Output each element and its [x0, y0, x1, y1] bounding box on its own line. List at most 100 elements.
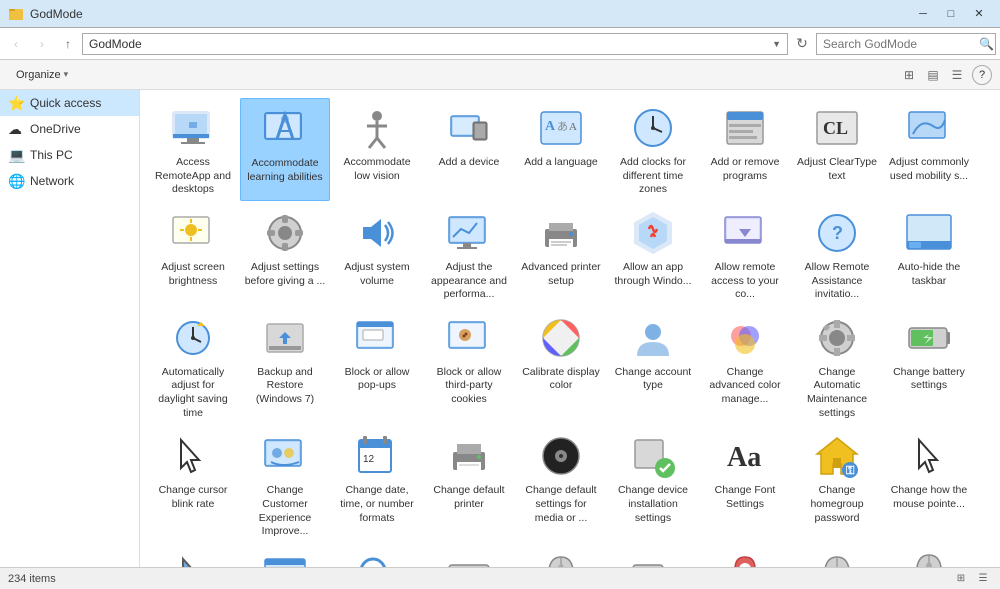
grid-item[interactable]: Adjust commonly used mobility s... — [884, 98, 974, 201]
grid-item[interactable]: Block or allow third-party cookies — [424, 308, 514, 425]
grid-item[interactable]: Aa Change Font Settings — [700, 426, 790, 543]
item-icon-assistance: ? — [813, 209, 861, 257]
grid-item[interactable]: 12 Change date, time, or number formats — [332, 426, 422, 543]
grid-item[interactable]: Adjust settings before giving a ... — [240, 203, 330, 306]
grid-item[interactable]: Accommodate low vision — [332, 98, 422, 201]
grid-item[interactable]: Change cursor blink rate — [148, 426, 238, 543]
grid-item[interactable]: CL Adjust ClearType text — [792, 98, 882, 201]
sidebar-item-onedrive[interactable]: ☁ OneDrive — [0, 116, 139, 142]
grid-item[interactable]: Block or allow pop-ups — [332, 308, 422, 425]
back-button[interactable]: ‹ — [4, 32, 28, 56]
grid-item[interactable]: Allow remote access to your co... — [700, 203, 790, 306]
item-icon-account — [629, 314, 677, 362]
item-label: Change battery settings — [888, 366, 970, 393]
minimize-button[interactable]: ─ — [910, 4, 936, 24]
item-label: Accommodate low vision — [336, 156, 418, 183]
item-icon-keyboard — [445, 551, 493, 567]
item-icon-mousepointer — [905, 432, 953, 480]
grid-item[interactable]: Change location — [700, 545, 790, 567]
grid-item[interactable]: Change default settings for media or ... — [516, 426, 606, 543]
grid-item[interactable]: Change how your keyboard works — [424, 545, 514, 567]
grid-item[interactable]: Calibrate display color — [516, 308, 606, 425]
search-button[interactable]: 🔍 — [979, 37, 994, 51]
grid-item[interactable]: あ Change input methods — [608, 545, 698, 567]
grid-item[interactable]: Access RemoteApp and desktops — [148, 98, 238, 201]
grid-item[interactable]: Auto-hide the taskbar — [884, 203, 974, 306]
grid-item[interactable]: Change battery settings — [884, 308, 974, 425]
item-label: Automatically adjust for daylight saving… — [152, 366, 234, 421]
item-icon-input: あ — [629, 551, 677, 567]
large-icons-view-btn[interactable]: ⊞ — [952, 570, 970, 588]
sidebar-item-quick-access[interactable]: ⭐ Quick access — [0, 90, 139, 116]
organize-button[interactable]: Organize ▾ — [8, 63, 76, 87]
sidebar-item-network[interactable]: 🌐 Network — [0, 168, 139, 194]
quick-access-icon: ⭐ — [8, 95, 24, 112]
view-options-button[interactable]: ⊞ — [898, 64, 920, 86]
grid-item[interactable]: Backup and Restore (Windows 7) — [240, 308, 330, 425]
grid-item[interactable]: Change advanced color manage... — [700, 308, 790, 425]
item-icon-settings — [261, 209, 309, 257]
item-icon-mouseclick — [813, 551, 861, 567]
item-icon-maintenance — [813, 314, 861, 362]
item-icon-brightness — [169, 209, 217, 257]
sidebar-item-this-pc[interactable]: 💻 This PC — [0, 142, 139, 168]
details-view-btn[interactable]: ☰ — [974, 570, 992, 588]
grid-item[interactable]: ? Allow Remote Assistance invitatio... — [792, 203, 882, 306]
svg-text:A: A — [545, 119, 556, 134]
grid-item[interactable]: Add clocks for different time zones — [608, 98, 698, 201]
preview-pane-button[interactable]: ▤ — [922, 64, 944, 86]
item-icon-webpage — [261, 551, 309, 567]
grid-item[interactable]: ⚿ Change homegroup password — [792, 426, 882, 543]
close-button[interactable]: ✕ — [966, 4, 992, 24]
grid-item[interactable]: Adjust the appearance and performa... — [424, 203, 514, 306]
item-icon-font: Aa — [721, 432, 769, 480]
grid-item[interactable]: Change mouse click settings — [792, 545, 882, 567]
item-icon-performance — [445, 209, 493, 257]
grid-item[interactable]: Accommodate learning abilities — [240, 98, 330, 201]
grid-item[interactable]: Change mouse settings — [884, 545, 974, 567]
grid-item[interactable]: Change default printer — [424, 426, 514, 543]
address-bar: ‹ › ↑ GodMode ▼ ↻ 🔍 — [0, 28, 1000, 60]
search-input[interactable] — [816, 33, 996, 55]
item-icon-homegroup: ⚿ — [813, 432, 861, 480]
forward-button[interactable]: › — [30, 32, 54, 56]
content-area[interactable]: Access RemoteApp and desktops Accommodat… — [140, 90, 1000, 567]
grid-item[interactable]: Advanced printer setup — [516, 203, 606, 306]
grid-item[interactable]: Change Automatic Maintenance settings — [792, 308, 882, 425]
grid-item[interactable]: Change how Windows searches — [332, 545, 422, 567]
sidebar-label-onedrive: OneDrive — [30, 122, 81, 136]
grid-item[interactable]: Change how your mouse works — [516, 545, 606, 567]
item-icon-daylightsaving — [169, 314, 217, 362]
help-button[interactable]: ? — [972, 65, 992, 85]
item-label: Adjust ClearType text — [796, 156, 878, 183]
grid-item[interactable]: Change how web pages are displayed — [240, 545, 330, 567]
item-icon-mouse — [537, 551, 585, 567]
item-icon-printer2 — [445, 432, 493, 480]
grid-item[interactable]: Change device installation settings — [608, 426, 698, 543]
item-icon-firewall — [629, 209, 677, 257]
item-icon-cursor — [169, 432, 217, 480]
grid-item[interactable]: A あ A Add a language — [516, 98, 606, 201]
grid-item[interactable]: Change account type — [608, 308, 698, 425]
refresh-button[interactable]: ↻ — [790, 33, 814, 55]
item-icon-cleartype: CL — [813, 104, 861, 152]
item-icon-accessibility2 — [353, 104, 401, 152]
grid-item[interactable]: Add a device — [424, 98, 514, 201]
address-field[interactable]: GodMode ▼ — [82, 33, 788, 55]
grid-item[interactable]: Adjust screen brightness — [148, 203, 238, 306]
title-bar-title: GodMode — [30, 7, 910, 21]
grid-item[interactable]: Allow an app through Windo... — [608, 203, 698, 306]
grid-item[interactable]: Change how the mouse pointe... — [884, 426, 974, 543]
item-label: Adjust settings before giving a ... — [244, 261, 326, 288]
title-bar-icon — [8, 6, 24, 22]
this-pc-icon: 💻 — [8, 147, 24, 164]
svg-text:?: ? — [832, 223, 843, 243]
maximize-button[interactable]: □ — [938, 4, 964, 24]
details-pane-button[interactable]: ☰ — [946, 64, 968, 86]
up-button[interactable]: ↑ — [56, 32, 80, 56]
grid-item[interactable]: Automatically adjust for daylight saving… — [148, 308, 238, 425]
grid-item[interactable]: Adjust system volume — [332, 203, 422, 306]
grid-item[interactable]: Change Customer Experience Improve... — [240, 426, 330, 543]
grid-item[interactable]: Add or remove programs — [700, 98, 790, 201]
grid-item[interactable]: Change how the mouse pointer lo... — [148, 545, 238, 567]
